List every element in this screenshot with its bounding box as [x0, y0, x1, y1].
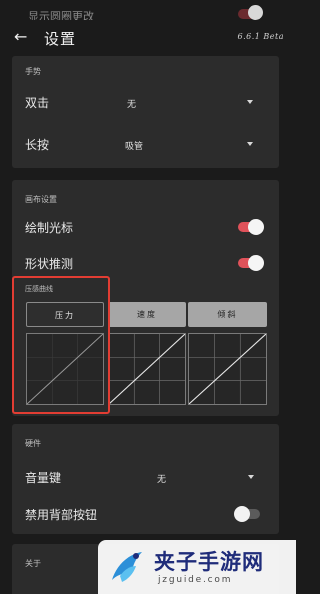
watermark-logo-icon	[112, 552, 142, 582]
chevron-down-icon[interactable]	[247, 100, 253, 104]
tab-tilt[interactable]: 倾斜	[188, 302, 267, 327]
scrolled-setting-toggle	[238, 5, 263, 20]
disable-back-button-toggle[interactable]	[234, 506, 260, 522]
volume-keys-setting[interactable]: 音量键 无	[12, 464, 279, 492]
back-arrow-icon[interactable]: ←	[14, 28, 32, 46]
hardware-card: 硬件 音量键 无 禁用背部按钮	[12, 424, 279, 534]
tab-speed[interactable]: 速度	[108, 302, 186, 327]
draw-cursor-setting[interactable]: 绘制光标	[12, 214, 279, 240]
page-title: 设置	[44, 30, 77, 48]
double-tap-value[interactable]: 无	[127, 97, 136, 110]
long-press-setting[interactable]: 长按 吸管	[12, 128, 279, 158]
top-app-bar: ← 设置 6.6.1 Beta	[0, 20, 296, 56]
volume-keys-label: 音量键	[25, 471, 62, 485]
chevron-down-icon[interactable]	[248, 475, 254, 479]
double-tap-setting[interactable]: 双击 无	[12, 86, 279, 116]
disable-back-button-label: 禁用背部按钮	[25, 508, 98, 522]
gestures-card: 手势 双击 无 长按 吸管	[12, 56, 279, 168]
scrolled-setting-row: 显示圆圈更改	[0, 0, 296, 22]
watermark-url: jzguide.com	[158, 575, 233, 585]
shape-predict-setting[interactable]: 形状推测	[12, 250, 279, 276]
long-press-value[interactable]: 吸管	[125, 139, 143, 152]
volume-keys-value[interactable]: 无	[157, 472, 166, 485]
gestures-section-title: 手势	[25, 67, 41, 76]
tab-tilt-label: 倾斜	[217, 310, 238, 319]
tab-speed-label: 速度	[137, 310, 157, 319]
shape-predict-label: 形状推测	[25, 257, 74, 271]
version-label: 6.6.1 Beta	[237, 32, 284, 41]
canvas-settings-section-title: 画布设置	[25, 195, 57, 204]
hardware-section-title: 硬件	[25, 439, 41, 448]
about-section-title: 关于	[25, 559, 41, 568]
shape-predict-toggle[interactable]	[238, 255, 264, 271]
speed-curve-editor[interactable]	[108, 333, 186, 405]
annotation-highlight-box	[12, 276, 110, 414]
disable-back-button-setting[interactable]: 禁用背部按钮	[12, 502, 279, 528]
tilt-curve-editor[interactable]	[188, 333, 267, 405]
draw-cursor-toggle[interactable]	[238, 219, 264, 235]
long-press-label: 长按	[25, 138, 50, 152]
double-tap-label: 双击	[25, 96, 50, 110]
draw-cursor-label: 绘制光标	[25, 221, 74, 235]
site-watermark: 夹子手游网 jzguide.com	[98, 540, 296, 594]
watermark-brand: 夹子手游网	[154, 550, 264, 574]
chevron-down-icon[interactable]	[247, 142, 253, 146]
